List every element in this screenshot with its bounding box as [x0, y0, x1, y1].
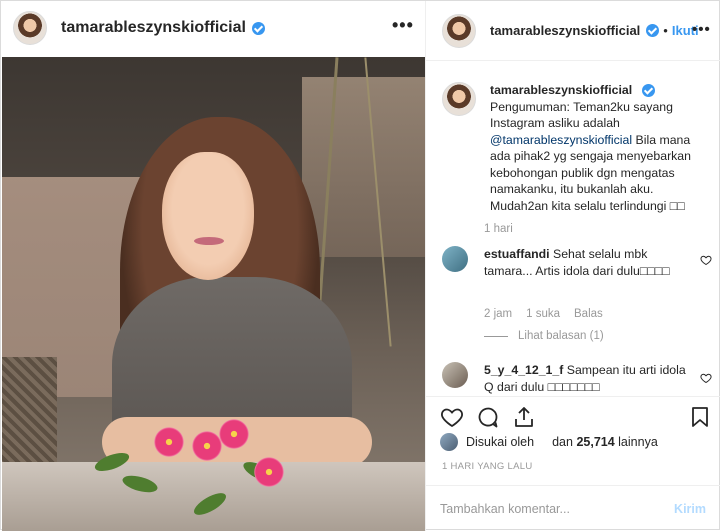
caption: tamarableszynskiofficial Pengumuman: Tem…	[442, 82, 712, 214]
commenter-username[interactable]: estuaffandi	[484, 247, 550, 261]
comment-item: estuaffandi Sehat selalu mbk tamara... A…	[442, 246, 712, 279]
commenter-username[interactable]: 5_y_4_12_1_f	[484, 363, 563, 377]
caption-username-text: tamarableszynskiofficial	[490, 83, 633, 97]
profile-username[interactable]: tamarableszynskiofficial	[61, 19, 246, 37]
like-heart-icon[interactable]	[440, 405, 464, 429]
verified-badge-icon	[251, 21, 265, 35]
separator-dot: •	[663, 23, 668, 38]
comment-composer: Kirim	[426, 485, 720, 531]
view-replies-button[interactable]: Lihat balasan (1)	[484, 330, 604, 342]
profile-avatar[interactable]	[13, 11, 47, 45]
photo-flower	[252, 455, 286, 489]
others-label[interactable]: lainnya	[618, 435, 658, 449]
liked-by-label: Disukai oleh	[466, 435, 535, 449]
verified-badge-icon	[641, 84, 655, 98]
comments-list[interactable]: tamarableszynskiofficial Pengumuman: Tem…	[426, 62, 720, 396]
photo-lips	[194, 237, 224, 245]
instagram-post-window: tamarableszynskiofficial ••• tamarablesz…	[0, 0, 720, 531]
profile-username[interactable]: tamarableszynskiofficial	[490, 23, 640, 38]
caption-mention-link[interactable]: @tamarableszynskiofficial	[490, 133, 632, 147]
comment-like-heart-icon[interactable]	[700, 372, 712, 384]
action-bar	[426, 396, 720, 436]
more-options-icon[interactable]: •••	[692, 21, 711, 38]
comment-bubble-icon[interactable]	[476, 405, 500, 429]
photo-window	[302, 77, 425, 257]
share-upload-icon[interactable]	[512, 405, 536, 429]
commenter-avatar[interactable]	[442, 362, 468, 388]
comment-meta: 2 jam 1 suka Balas	[484, 308, 603, 320]
post-media-column: tamarableszynskiofficial •••	[1, 1, 426, 531]
likes-summary: Disukai oleh dan 25,714 lainnya	[440, 433, 658, 451]
caption-body: Pengumuman: Teman2ku sayang Instagram as…	[490, 99, 673, 131]
profile-avatar[interactable]	[442, 13, 476, 48]
post-comment-button[interactable]: Kirim	[674, 502, 706, 516]
and-label: dan	[552, 435, 573, 449]
bookmark-icon[interactable]	[688, 405, 712, 429]
comment-time[interactable]: 2 jam	[484, 308, 512, 320]
post-date[interactable]: 1 HARI YANG LALU	[442, 461, 533, 472]
photo-flower	[217, 417, 251, 451]
photo-face	[162, 152, 254, 280]
comment-like-heart-icon[interactable]	[700, 254, 712, 266]
view-replies-label: Lihat balasan (1)	[518, 330, 604, 342]
caption-timestamp[interactable]: 1 hari	[484, 223, 513, 235]
photo-chair	[2, 357, 57, 477]
comment-body: estuaffandi Sehat selalu mbk tamara... A…	[484, 246, 689, 279]
caption-avatar[interactable]	[442, 82, 476, 116]
more-options-icon[interactable]: •••	[392, 15, 414, 36]
verified-badge-icon	[646, 24, 660, 37]
caption-username[interactable]: tamarableszynskiofficial	[490, 82, 710, 99]
commenter-avatar[interactable]	[442, 246, 468, 272]
like-count[interactable]: 25,714	[576, 435, 614, 449]
post-photo[interactable]	[2, 57, 425, 531]
media-header: tamarableszynskiofficial	[1, 1, 426, 55]
comment-body: 5_y_4_12_1_f Sampean itu arti idola Q da…	[484, 362, 689, 395]
photo-flower	[152, 425, 186, 459]
post-detail-column: tamarableszynskiofficial • Ikuti ••• tam…	[426, 1, 720, 531]
replies-line	[484, 335, 508, 337]
comment-input[interactable]	[440, 501, 660, 516]
comment-like-count[interactable]: 1 suka	[526, 308, 560, 320]
detail-header: tamarableszynskiofficial • Ikuti	[426, 1, 720, 61]
reply-button[interactable]: Balas	[574, 308, 603, 320]
caption-text: tamarableszynskiofficial Pengumuman: Tem…	[490, 82, 710, 214]
comment-item: 5_y_4_12_1_f Sampean itu arti idola Q da…	[442, 362, 712, 395]
liker-avatar[interactable]	[440, 433, 458, 451]
